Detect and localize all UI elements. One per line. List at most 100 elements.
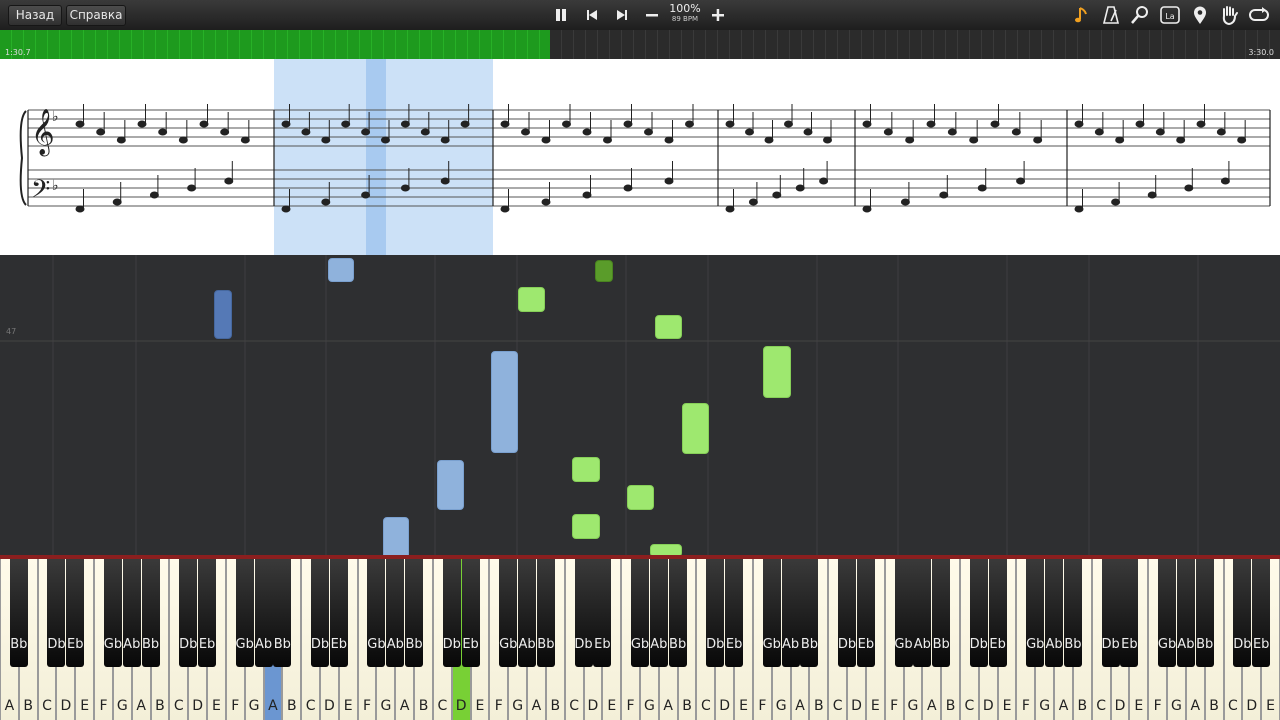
- note-head: [664, 136, 674, 144]
- black-key[interactable]: Eb: [725, 559, 744, 667]
- black-key[interactable]: Bb: [1195, 559, 1214, 667]
- song-progress-bar[interactable]: [0, 30, 1280, 59]
- total-time: 3:30.0: [1248, 48, 1274, 57]
- black-key[interactable]: Eb: [856, 559, 875, 667]
- black-key[interactable]: Bb: [273, 559, 292, 667]
- white-key-label: B: [23, 698, 34, 714]
- metronome-icon[interactable]: [1100, 4, 1122, 26]
- black-key[interactable]: Eb: [66, 559, 85, 667]
- note-head: [341, 120, 351, 128]
- black-key[interactable]: Eb: [988, 559, 1007, 667]
- note-head: [301, 128, 311, 136]
- skip-forward-icon[interactable]: [611, 4, 633, 26]
- help-button[interactable]: Справка: [66, 5, 126, 26]
- note-head: [1115, 136, 1125, 144]
- note-head: [361, 191, 371, 199]
- white-key-label: E: [1266, 698, 1275, 714]
- black-key[interactable]: Bb: [668, 559, 687, 667]
- white-key-label: D: [455, 698, 467, 714]
- sheet-music[interactable]: 𝄞 𝄢 ♭ ♭: [0, 59, 1280, 255]
- black-key[interactable]: Eb: [461, 559, 480, 667]
- music-note-icon[interactable]: [1071, 4, 1093, 26]
- note-head: [137, 120, 147, 128]
- black-key-label: Bb: [10, 637, 28, 652]
- white-key-label: D: [1246, 698, 1258, 714]
- note-head: [883, 128, 893, 136]
- search-icon[interactable]: [1129, 4, 1151, 26]
- note-labels-icon[interactable]: La: [1159, 4, 1181, 26]
- note-head: [745, 128, 754, 136]
- note-head: [947, 128, 957, 136]
- white-key-label: E: [343, 698, 353, 714]
- zoom-in-icon[interactable]: [707, 4, 729, 26]
- white-key-label: G: [643, 698, 655, 714]
- note-head: [500, 205, 510, 213]
- back-button[interactable]: Назад: [8, 5, 62, 26]
- note-head: [1220, 177, 1230, 185]
- white-key-label: F: [363, 698, 372, 714]
- black-key-label: Eb: [67, 637, 84, 652]
- white-key-label: A: [136, 698, 146, 714]
- note-head: [990, 120, 1000, 128]
- note-head: [541, 136, 551, 144]
- note-head: [969, 136, 979, 144]
- white-key-label: G: [907, 698, 919, 714]
- white-key-label: C: [1096, 698, 1107, 714]
- black-key-label: Eb: [857, 637, 875, 652]
- loop-icon[interactable]: [1248, 4, 1270, 26]
- white-key-label: D: [60, 698, 72, 714]
- white-key-label: A: [795, 698, 805, 714]
- black-key[interactable]: Bb: [141, 559, 160, 667]
- note-head: [803, 128, 813, 136]
- black-key[interactable]: Eb: [593, 559, 612, 667]
- roll-grid: [0, 255, 1280, 555]
- black-key[interactable]: Bb: [932, 559, 951, 667]
- falling-note: [518, 287, 545, 312]
- note-head: [784, 120, 793, 128]
- note-head: [158, 128, 168, 136]
- note-head: [623, 184, 633, 192]
- black-key[interactable]: Bb: [405, 559, 424, 667]
- note-head: [1216, 128, 1226, 136]
- black-key[interactable]: Eb: [1120, 559, 1139, 667]
- note-head: [862, 205, 872, 213]
- pause-icon[interactable]: [550, 4, 572, 26]
- white-key-label: C: [700, 698, 711, 714]
- white-key-label: E: [1002, 698, 1012, 714]
- piano-keyboard[interactable]: ABCDEFGABCDEFGABCDEFGABCDEFGABCDEFGABCDE…: [0, 555, 1280, 720]
- white-key-label: C: [42, 698, 52, 714]
- white-key-label: D: [1114, 698, 1126, 714]
- black-key[interactable]: Bb: [9, 559, 28, 667]
- note-head: [772, 191, 782, 199]
- location-pin-icon[interactable]: [1189, 4, 1211, 26]
- white-key-label: G: [116, 698, 128, 714]
- skip-back-icon[interactable]: [581, 4, 603, 26]
- note-head: [178, 136, 188, 144]
- white-key-label: D: [192, 698, 204, 714]
- note-head: [420, 128, 430, 136]
- progress-fill: [0, 30, 551, 59]
- black-key[interactable]: Eb: [1252, 559, 1271, 667]
- zoom-out-icon[interactable]: [641, 4, 663, 26]
- note-head: [281, 120, 291, 128]
- black-key-label: Bb: [1064, 637, 1082, 652]
- zoom-level: 100%: [669, 2, 701, 15]
- note-head: [381, 136, 390, 144]
- black-key[interactable]: Eb: [329, 559, 348, 667]
- note-head: [905, 136, 915, 144]
- note-head: [440, 177, 450, 185]
- hand-icon[interactable]: [1218, 4, 1240, 26]
- white-key-label: B: [155, 698, 165, 714]
- black-key[interactable]: Bb: [800, 559, 819, 667]
- falling-notes-area: [0, 255, 1280, 555]
- measure-number: 47: [6, 327, 17, 336]
- falling-note: [437, 460, 464, 510]
- white-key-label: F: [99, 698, 108, 714]
- white-key-label: C: [832, 698, 843, 714]
- black-key[interactable]: Bb: [1063, 559, 1082, 667]
- black-key[interactable]: Bb: [536, 559, 555, 667]
- falling-note: [214, 290, 232, 339]
- falling-note: [572, 514, 600, 539]
- black-key[interactable]: Eb: [198, 559, 217, 667]
- black-key-label: Bb: [669, 637, 687, 652]
